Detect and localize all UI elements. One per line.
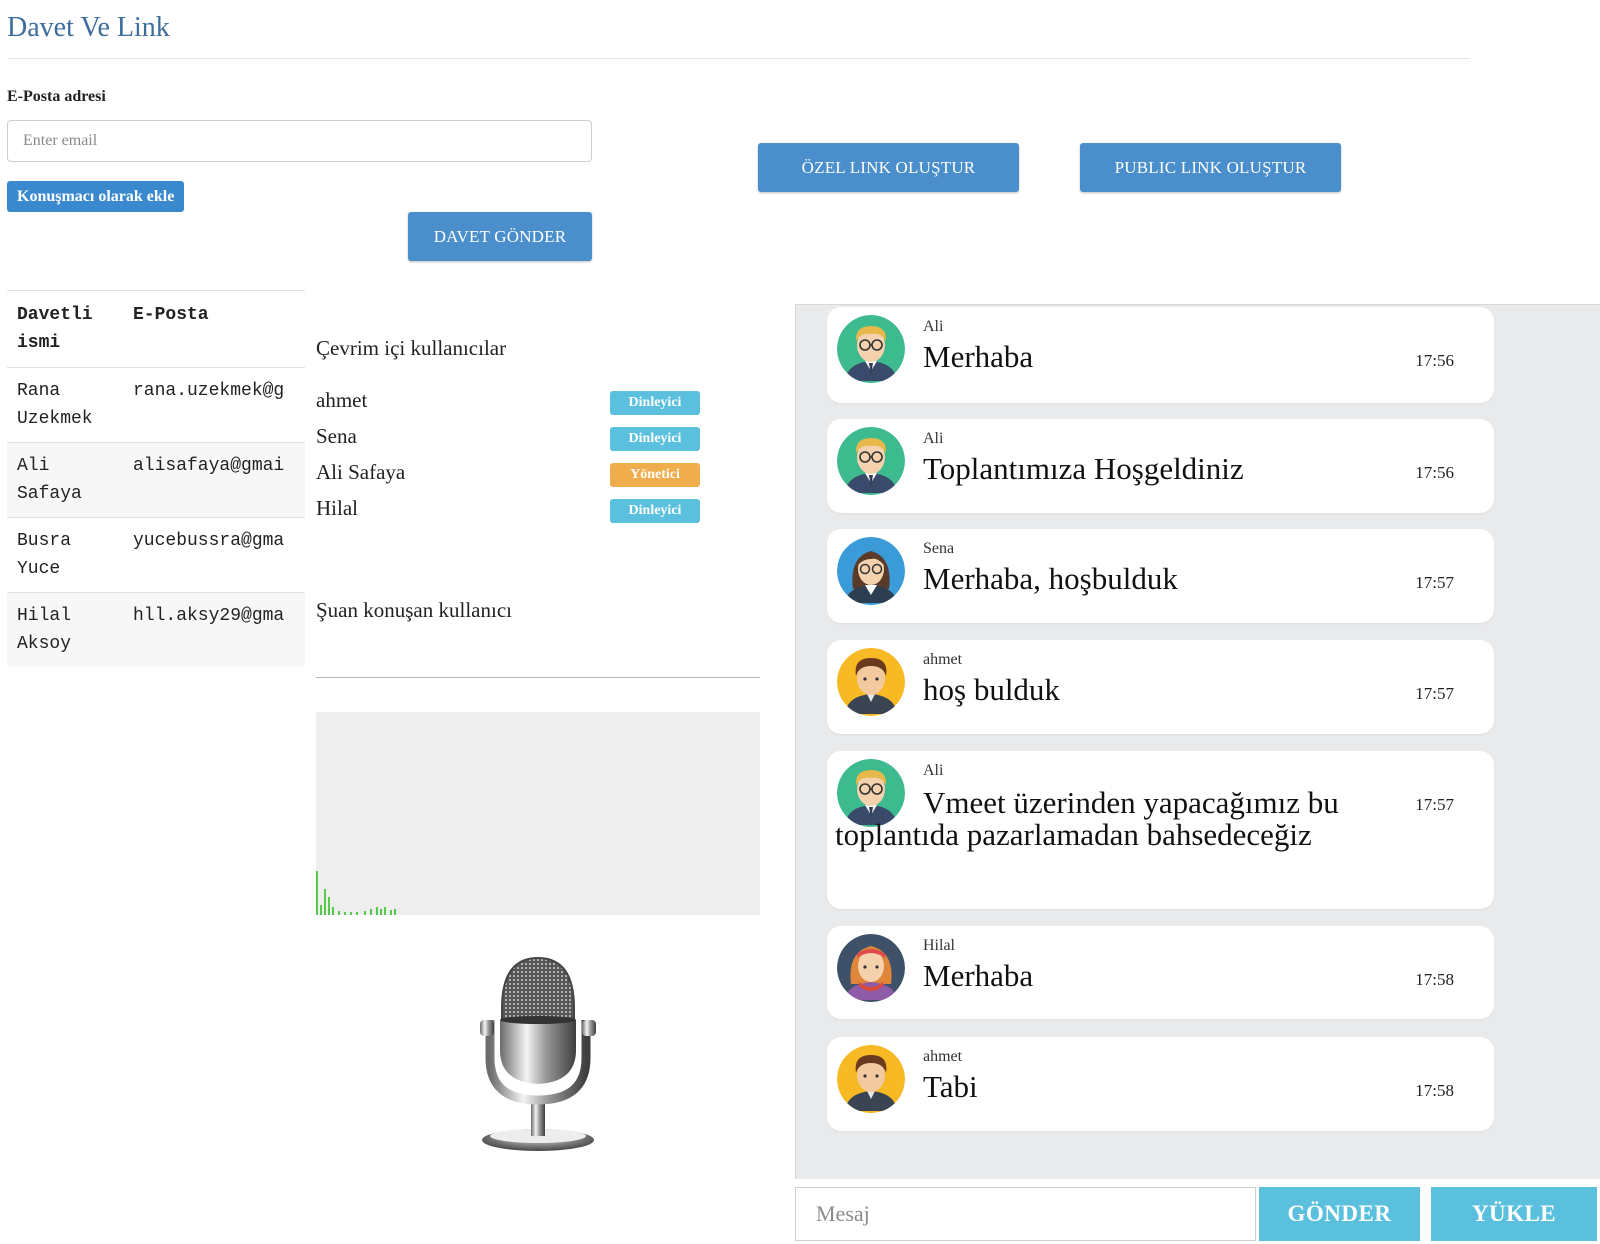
message-text: Toplantımıza Hoşgeldiniz — [923, 451, 1244, 486]
role-badge[interactable]: Dinleyici — [610, 499, 700, 523]
invitee-email: alisafaya@gmai — [123, 442, 305, 518]
chat-panel[interactable]: Ali Merhaba 17:56 Ali Toplantımıza Hoşge… — [795, 304, 1600, 1179]
upload-button[interactable]: YÜKLE — [1431, 1187, 1597, 1241]
current-speaker-title: Şuan konuşan kullanıcı — [316, 598, 512, 622]
hilal-avatar-icon — [837, 934, 905, 1002]
chat-message: Ali Vmeet üzerinden yapacağımız bu topla… — [827, 751, 1494, 909]
speaker-divider — [316, 677, 760, 678]
role-badge[interactable]: Yönetici — [610, 463, 700, 487]
online-user-row: Ali Safaya Yönetici — [316, 456, 702, 492]
message-text: hoş bulduk — [923, 672, 1060, 707]
online-users-title: Çevrim içi kullanıcılar — [316, 336, 507, 360]
message-sender: Ali — [923, 430, 944, 447]
chat-message: ahmet hoş bulduk 17:57 — [827, 640, 1494, 734]
ahmet-avatar-icon — [837, 648, 905, 716]
invitee-email: rana.uzekmek@g — [123, 367, 305, 443]
online-user-name: ahmet — [316, 388, 368, 412]
message-time: 17:56 — [1415, 463, 1454, 482]
table-row: Hilal Aksoy hll.aksy29@gma — [7, 592, 305, 667]
message-text: Merhaba — [923, 339, 1034, 374]
role-badge[interactable]: Dinleyici — [610, 427, 700, 451]
invitee-name: Ali Safaya — [7, 442, 123, 518]
table-row: Ali Safaya alisafaya@gmai — [7, 442, 305, 518]
microphone-icon[interactable] — [476, 950, 600, 1155]
send-invite-button[interactable]: DAVET GÖNDER — [408, 212, 592, 261]
table-row: Rana Uzekmek rana.uzekmek@g — [7, 367, 305, 443]
invitee-name: Busra Yuce — [7, 517, 123, 593]
message-time: 17:57 — [1415, 684, 1454, 703]
online-user-name: Ali Safaya — [316, 460, 406, 484]
email-label: E-Posta adresi — [7, 88, 106, 105]
message-sender: Ali — [923, 318, 944, 335]
message-text: Tabi — [923, 1069, 978, 1104]
send-message-button[interactable]: GÖNDER — [1259, 1187, 1420, 1241]
message-text: Merhaba — [923, 958, 1034, 993]
column-header-email: E-Posta — [123, 290, 305, 368]
email-input[interactable] — [7, 120, 592, 162]
chat-message: Hilal Merhaba 17:58 — [827, 926, 1494, 1019]
table-header-row: Davetli ismi E-Posta — [7, 290, 305, 368]
ali-avatar-icon — [837, 427, 905, 495]
message-text: Vmeet üzerinden yapacağımız bu toplantıd… — [835, 785, 1339, 852]
table-row: Busra Yuce yucebussra@gma — [7, 517, 305, 593]
invitee-email: yucebussra@gma — [123, 517, 305, 593]
online-users-list: ahmet Dinleyici Sena Dinleyici Ali Safay… — [316, 384, 702, 528]
message-time: 17:56 — [1415, 351, 1454, 370]
column-header-name: Davetli ismi — [7, 290, 123, 368]
ali-avatar-icon — [837, 315, 905, 383]
online-user-row: Sena Dinleyici — [316, 420, 702, 456]
message-time: 17:58 — [1415, 1081, 1454, 1100]
invitee-email: hll.aksy29@gma — [123, 592, 305, 667]
invitee-name: Hilal Aksoy — [7, 592, 123, 667]
audio-visualizer — [316, 712, 760, 915]
invitee-name: Rana Uzekmek — [7, 367, 123, 443]
create-private-link-button[interactable]: ÖZEL LINK OLUŞTUR — [758, 143, 1019, 192]
sena-avatar-icon — [837, 537, 905, 605]
message-time: 17:57 — [1415, 573, 1454, 592]
message-time: 17:57 — [1415, 795, 1454, 814]
message-sender: Hilal — [923, 937, 955, 954]
chat-message: Ali Toplantımıza Hoşgeldiniz 17:56 — [827, 419, 1494, 513]
message-input[interactable] — [795, 1187, 1256, 1241]
message-sender: ahmet — [923, 1048, 963, 1065]
message-text: Merhaba, hoşbulduk — [923, 561, 1178, 596]
invitees-table: Davetli ismi E-Posta Rana Uzekmek rana.u… — [7, 290, 305, 667]
online-user-name: Hilal — [316, 496, 358, 520]
online-user-row: Hilal Dinleyici — [316, 492, 702, 528]
title-divider — [7, 58, 1470, 59]
add-as-speaker-button[interactable]: Konuşmacı olarak ekle — [7, 181, 185, 212]
chat-message: Ali Merhaba 17:56 — [827, 307, 1494, 403]
online-user-name: Sena — [316, 424, 357, 448]
message-sender: ahmet — [923, 651, 963, 668]
chat-message: ahmet Tabi 17:58 — [827, 1037, 1494, 1131]
chat-message: Sena Merhaba, hoşbulduk 17:57 — [827, 529, 1494, 623]
message-sender: Ali — [923, 762, 944, 779]
role-badge[interactable]: Dinleyici — [610, 391, 700, 415]
page-title: Davet Ve Link — [7, 12, 170, 43]
message-time: 17:58 — [1415, 970, 1454, 989]
create-public-link-button[interactable]: PUBLIC LINK OLUŞTUR — [1080, 143, 1341, 192]
ahmet-avatar-icon — [837, 1045, 905, 1113]
online-user-row: ahmet Dinleyici — [316, 384, 702, 420]
message-sender: Sena — [923, 540, 955, 557]
